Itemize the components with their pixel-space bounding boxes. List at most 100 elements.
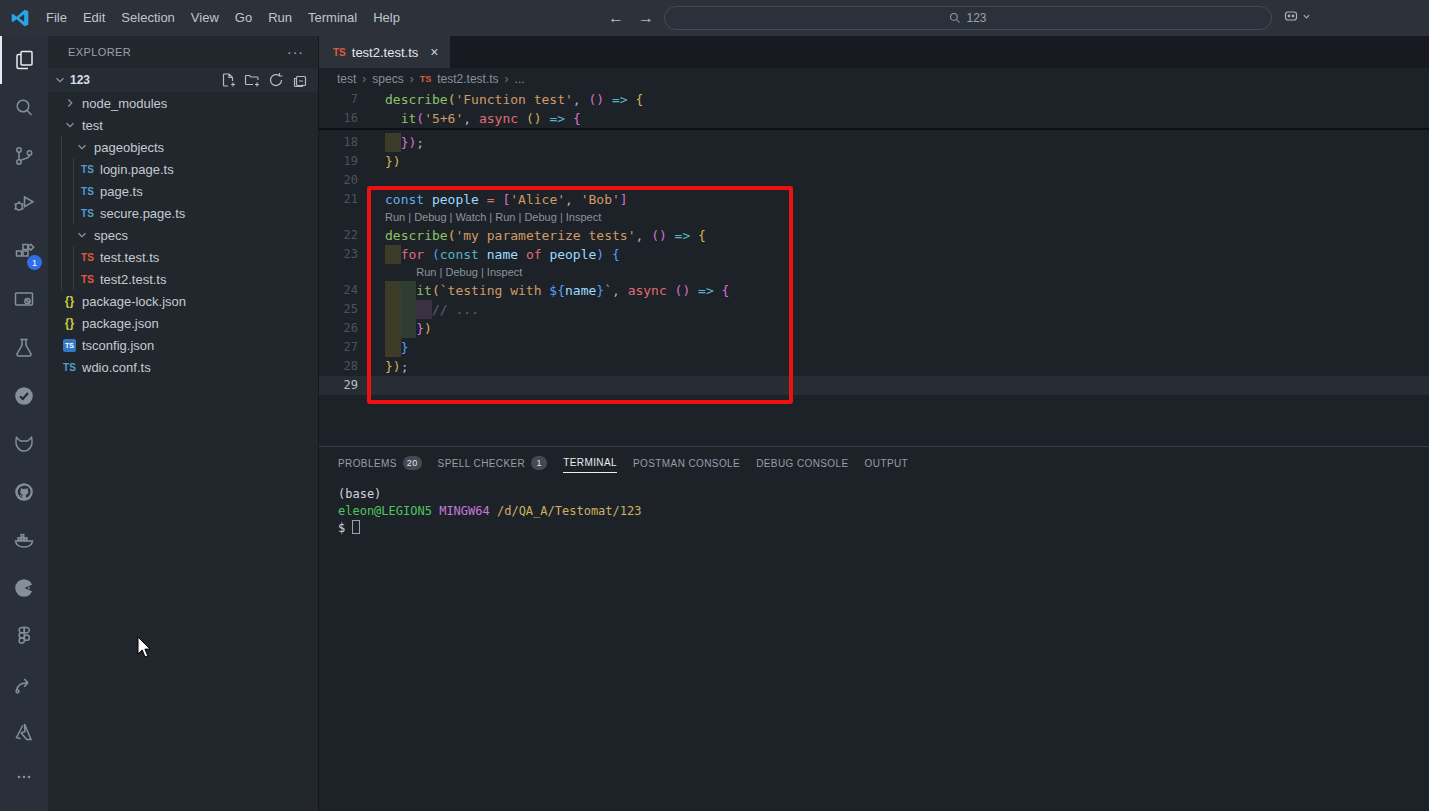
terminal[interactable]: (base)eleon@LEGION5 MINGW64 /d/QA_A/Test… [338,479,1429,537]
codelens[interactable]: Run | Debug | Watch | Run | Debug | Insp… [319,209,1429,226]
code-token [479,190,487,209]
explorer-more-actions[interactable]: ··· [287,44,304,60]
json-file-icon: {} [62,316,77,330]
menu-run[interactable]: Run [260,0,300,36]
refresh-icon[interactable] [268,72,284,88]
tsconfig-file-icon: TS [62,339,77,352]
code-token: people [432,190,479,209]
activity-extensions-icon[interactable]: 1 [0,228,48,276]
activity-testing-icon[interactable] [0,324,48,372]
line-number: 22 [319,226,358,245]
new-file-icon[interactable] [220,72,236,88]
back-button[interactable]: ← [608,9,624,27]
code-line-28: 28}); [319,357,1429,376]
activity-search-icon[interactable] [0,84,48,132]
code-token: name [565,281,596,300]
activity-run-and-debug-icon[interactable] [0,180,48,228]
tree-item-node_modules[interactable]: node_modules [48,92,318,114]
code-token: }) [401,133,417,152]
code-token: , [573,90,581,109]
code-token: ( [416,109,424,128]
activity-gitlens-icon[interactable] [0,420,48,468]
code-token: => [675,226,691,245]
menu-edit[interactable]: Edit [75,0,113,36]
command-center-search[interactable]: 123 [664,6,1272,30]
breadcrumb-item[interactable]: test [337,72,356,86]
menu-selection[interactable]: Selection [113,0,182,36]
tab-bar: TS test2.test.ts × [319,36,1429,68]
tree-item-tsconfig.json[interactable]: TStsconfig.json [48,334,318,356]
file-tree: node_modulestest pageobjects TSlogin.page.… [48,92,318,378]
activity-postman-icon[interactable] [0,564,48,612]
terminal-text: /d/QA_A/Testomat/123 [497,504,642,518]
collapse-all-icon[interactable] [292,72,308,88]
activity-more-actions-icon[interactable] [0,753,48,801]
panel-tab-problems[interactable]: PROBLEMS20 [338,454,422,473]
tree-item-wdio.conf.ts[interactable]: TSwdio.conf.ts [48,356,318,378]
menu-help[interactable]: Help [365,0,408,36]
activity-remote-explorer-icon[interactable] [0,276,48,324]
activity-explorer-icon[interactable] [0,36,48,84]
breadcrumb-item[interactable]: ... [515,72,525,86]
activity-github-icon[interactable] [0,468,48,516]
code-token: name [487,245,518,264]
ts-file-icon: TS [80,164,95,175]
tree-item-package.json[interactable]: {}package.json [48,312,318,334]
breadcrumb-item[interactable]: test2.test.ts [437,72,498,86]
code-token: { [635,90,643,109]
code-token: => [698,281,714,300]
panel-tab-spell-checker[interactable]: SPELL CHECKER1 [438,454,548,473]
menu-terminal[interactable]: Terminal [300,0,365,36]
panel-tab-debug-console[interactable]: DEBUG CONSOLE [756,454,848,473]
copilot-icon [1283,8,1299,24]
vscode-logo-icon [10,8,30,28]
new-folder-icon[interactable] [244,72,260,88]
panel-tab-postman-console[interactable]: POSTMAN CONSOLE [633,454,740,473]
indent-rainbow-block [385,133,401,152]
menu-file[interactable]: File [38,0,75,36]
breadcrumb[interactable]: test›specs›TStest2.test.ts›... [319,68,1429,90]
terminal-line: (base) [338,486,1429,503]
code-token: () [651,226,667,245]
menu-view[interactable]: View [183,0,227,36]
breadcrumb-item[interactable]: specs [372,72,403,86]
panel-tab-terminal[interactable]: TERMINAL [563,453,617,473]
workspace-section-header[interactable]: 123 [48,68,318,92]
code-token: , [463,109,471,128]
tab-test2.test.ts[interactable]: TS test2.test.ts × [319,36,450,68]
activity-azure-icon[interactable] [0,708,48,756]
panel-tab-output[interactable]: OUTPUT [865,454,909,473]
codelens[interactable]: Run | Debug | Inspect [319,264,1429,281]
code-editor[interactable]: 7describe('Function test', () => {16 it(… [319,90,1429,446]
copilot-menu[interactable] [1283,8,1311,24]
tree-item-label: package-lock.json [82,294,186,309]
tree-item-login.page.ts[interactable]: TSlogin.page.ts [48,158,318,180]
menu-go[interactable]: Go [227,0,260,36]
forward-button[interactable]: → [638,9,654,27]
chevron-down-icon [1302,12,1311,21]
activity-share-icon[interactable] [0,660,48,708]
tree-item-package-lock.json[interactable]: {}package-lock.json [48,290,318,312]
tree-item-secure.page.ts[interactable]: TSsecure.page.ts [48,202,318,224]
activity-docker-icon[interactable] [0,516,48,564]
panel-tab-label: DEBUG CONSOLE [756,454,848,473]
code-line-26: 26}) [319,319,1429,338]
tree-item-test[interactable]: test [48,114,318,136]
line-number: 21 [319,190,358,209]
close-tab-icon[interactable]: × [430,44,438,60]
tree-item-test.test.ts[interactable]: TStest.test.ts [48,246,318,268]
activity-source-control-icon[interactable] [0,132,48,180]
code-token: , [612,281,620,300]
activity-figma-icon[interactable] [0,612,48,660]
tree-item-page.ts[interactable]: TSpage.ts [48,180,318,202]
activity-spell-checker-icon[interactable] [0,372,48,420]
code-token [385,109,401,128]
tree-item-label: pageobjects [94,140,164,155]
panel-tabs: PROBLEMS20 SPELL CHECKER1 TERMINAL POSTMAN … [338,447,1429,479]
tree-item-test2.test.ts[interactable]: TStest2.test.ts [48,268,318,290]
tree-item-specs[interactable]: specs [48,224,318,246]
search-value: 123 [966,11,986,25]
tree-item-pageobjects[interactable]: pageobjects [48,136,318,158]
code-token: { [612,245,620,264]
line-number: 23 [319,245,358,264]
